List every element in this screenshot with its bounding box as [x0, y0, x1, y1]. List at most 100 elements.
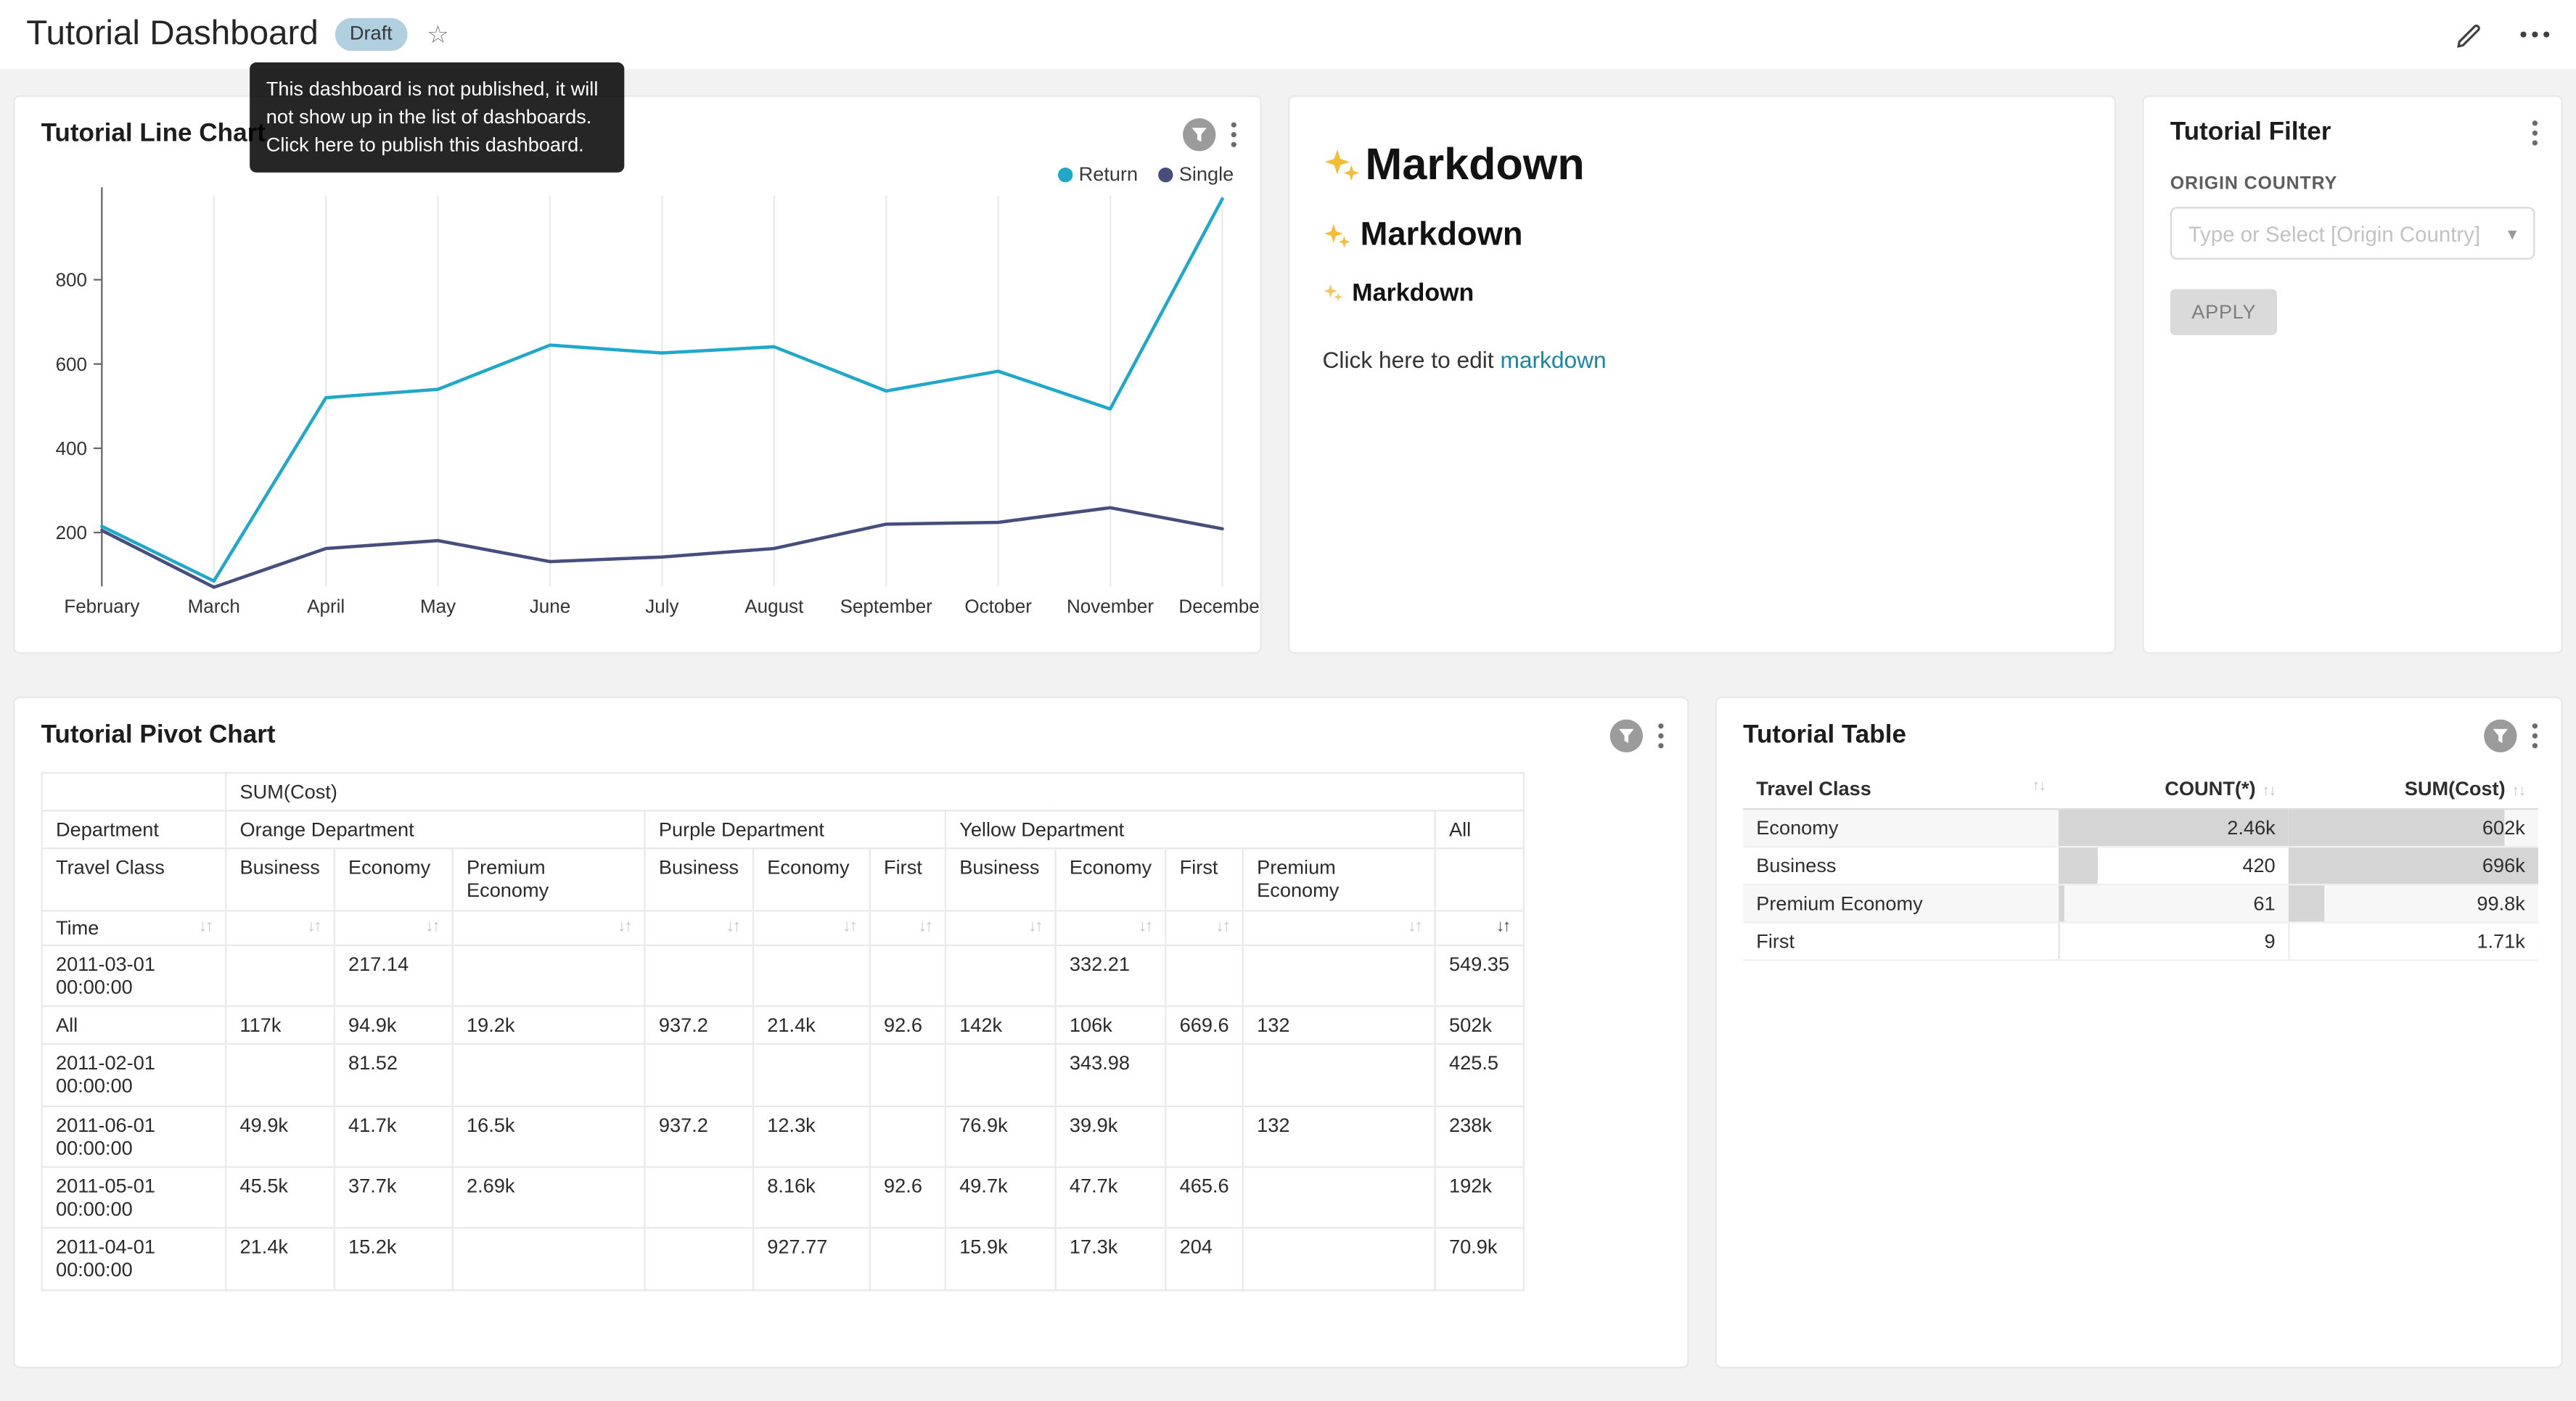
pivot-cell: 217.14 [335, 945, 453, 1006]
pivot-row1-label: Department [42, 811, 226, 849]
sort-icon: ↑↓ [2512, 782, 2525, 799]
pivot-cell [453, 945, 645, 1006]
table-card-kebab-icon[interactable] [2532, 723, 2538, 749]
travel-class-cell: Economy [1743, 809, 2059, 847]
svg-text:July: July [645, 595, 678, 617]
sort-icon[interactable]: ↓↑ [425, 916, 438, 939]
pivot-cell [226, 1044, 334, 1105]
svg-text:February: February [64, 595, 139, 617]
pivot-cell: 17.3k [1056, 1228, 1166, 1289]
draft-badge[interactable]: Draft [335, 18, 407, 50]
line-chart-kebab-icon[interactable] [1231, 122, 1237, 148]
sort-icon[interactable]: ↓↑ [1216, 916, 1229, 939]
pivot-cell: 669.6 [1165, 1006, 1242, 1044]
pivot-metric-row: SUM(Cost) [42, 773, 1524, 810]
pivot-row-label: 2011-05-01 00:00:00 [42, 1167, 226, 1228]
markdown-paragraph-text: Click here to edit [1323, 347, 1501, 373]
pivot-cell [870, 1044, 946, 1105]
pivot-group-row: DepartmentOrange DepartmentPurple Depart… [42, 811, 1524, 849]
publish-tooltip: This dashboard is not published, it will… [250, 62, 624, 173]
sort-icon[interactable]: ↓↑ [919, 916, 932, 939]
pivot-subcol-header: Economy [335, 849, 453, 910]
table-card: Tutorial Table Travel Class↑↓COUNT(*)↑↓S… [1715, 697, 2563, 1368]
pivot-cell: 16.5k [453, 1106, 645, 1167]
table-row[interactable]: Business420696k [1743, 847, 2538, 884]
pivot-cell [645, 1044, 753, 1105]
sort-icon[interactable]: ↓↑ [307, 916, 320, 939]
cross-filter-icon[interactable] [1183, 118, 1215, 151]
pivot-cell [753, 945, 870, 1006]
pivot-sort-cell[interactable]: ↓↑ [1435, 911, 1524, 945]
pivot-cell: 70.9k [1435, 1228, 1524, 1289]
pivot-sort-cell[interactable]: ↓↑ [645, 911, 753, 945]
pivot-group-header: Purple Department [645, 811, 946, 849]
pivot-sort-cell[interactable]: ↓↑ [1056, 911, 1166, 945]
edit-pencil-icon[interactable] [2454, 20, 2484, 49]
markdown-h1: Markdown [1323, 139, 2082, 190]
pivot-data-row: 2011-03-01 00:00:00217.14332.21549.35 [42, 945, 1524, 1006]
more-menu-icon[interactable] [2520, 31, 2550, 38]
favorite-star-icon[interactable]: ☆ [427, 20, 448, 49]
legend-item[interactable]: Single [1157, 163, 1234, 186]
line-chart-card: Tutorial Line Chart ReturnSingle 2004006… [13, 95, 1262, 654]
origin-country-select[interactable]: Type or Select [Origin Country] ▾ [2170, 207, 2535, 259]
sort-icon[interactable]: ↓↑ [842, 916, 856, 939]
apply-button[interactable]: APPLY [2170, 289, 2278, 334]
pivot-chart-kebab-icon[interactable] [1657, 723, 1664, 749]
pivot-cell: 37.7k [335, 1167, 453, 1228]
pivot-cell: 92.6 [870, 1167, 946, 1228]
pivot-sort-cell[interactable]: ↓↑ [1165, 911, 1242, 945]
pivot-cell: 15.9k [946, 1228, 1056, 1289]
pivot-sort-cell[interactable]: ↓↑ [226, 911, 334, 945]
pivot-cell: 47.7k [1056, 1167, 1166, 1228]
table-row[interactable]: Premium Economy6199.8k [1743, 884, 2538, 922]
pivot-cell [1165, 1106, 1242, 1167]
pivot-cell: 21.4k [226, 1228, 334, 1289]
sort-icon[interactable]: ↓↑ [1028, 916, 1041, 939]
svg-text:April: April [307, 595, 345, 617]
table-row[interactable]: First91.71k [1743, 922, 2538, 960]
pivot-row-label: 2011-06-01 00:00:00 [42, 1106, 226, 1167]
markdown-h3: Markdown [1323, 279, 2082, 307]
legend-item[interactable]: Return [1057, 163, 1138, 186]
table-row[interactable]: Economy2.46k602k [1743, 809, 2538, 847]
sum-cell: 99.8k [2289, 884, 2538, 922]
filter-card-kebab-icon[interactable] [2532, 120, 2538, 146]
column-header-count[interactable]: COUNT(*)↑↓ [2059, 769, 2289, 809]
svg-text:March: March [188, 595, 240, 617]
sort-icon[interactable]: ↓↑ [1408, 916, 1421, 939]
svg-text:November: November [1067, 595, 1154, 617]
column-header-travel-class[interactable]: Travel Class↑↓ [1743, 769, 2059, 809]
pivot-sort-cell[interactable]: ↓↑ [753, 911, 870, 945]
pivot-sort-cell[interactable]: ↓↑ [870, 911, 946, 945]
pivot-cell: 41.7k [335, 1106, 453, 1167]
pivot-sort-cell[interactable]: ↓↑ [453, 911, 645, 945]
legend-swatch-icon [1157, 167, 1172, 181]
legend-label: Single [1179, 163, 1234, 186]
sparkles-icon [1323, 282, 1344, 303]
markdown-edit-link[interactable]: markdown [1500, 347, 1606, 373]
sum-cell: 602k [2289, 809, 2538, 847]
pivot-sort-cell[interactable]: ↓↑ [946, 911, 1056, 945]
sort-icon[interactable]: ↓↑ [726, 916, 739, 939]
sort-icon[interactable]: ↓↑ [1139, 916, 1152, 939]
pivot-data-row: 2011-02-01 00:00:0081.52343.98425.5 [42, 1044, 1524, 1105]
pivot-cell [870, 1106, 946, 1167]
sort-icon[interactable]: ↓↑ [1496, 916, 1509, 939]
pivot-cell: 49.9k [226, 1106, 334, 1167]
svg-text:400: 400 [56, 437, 87, 459]
cross-filter-icon[interactable] [2484, 720, 2516, 752]
sort-icon[interactable]: ↓↑ [199, 916, 212, 939]
cross-filter-icon[interactable] [1610, 720, 1643, 752]
pivot-subcol-header: Premium Economy [453, 849, 645, 910]
pivot-sort-row: Time↓↑↓↑↓↑↓↑↓↑↓↑↓↑↓↑↓↑↓↑↓↑↓↑ [42, 911, 1524, 945]
pivot-cell: 238k [1435, 1106, 1524, 1167]
pivot-sort-cell[interactable]: ↓↑ [335, 911, 453, 945]
pivot-sort-cell[interactable]: ↓↑ [1243, 911, 1435, 945]
pivot-group-header: All [1435, 811, 1524, 849]
pivot-cell [870, 1228, 946, 1289]
column-header-sum-cost[interactable]: SUM(Cost)↑↓ [2289, 769, 2538, 809]
pivot-cell: 937.2 [645, 1006, 753, 1044]
pivot-row3-label[interactable]: Time↓↑ [42, 911, 226, 945]
sort-icon[interactable]: ↓↑ [618, 916, 631, 939]
